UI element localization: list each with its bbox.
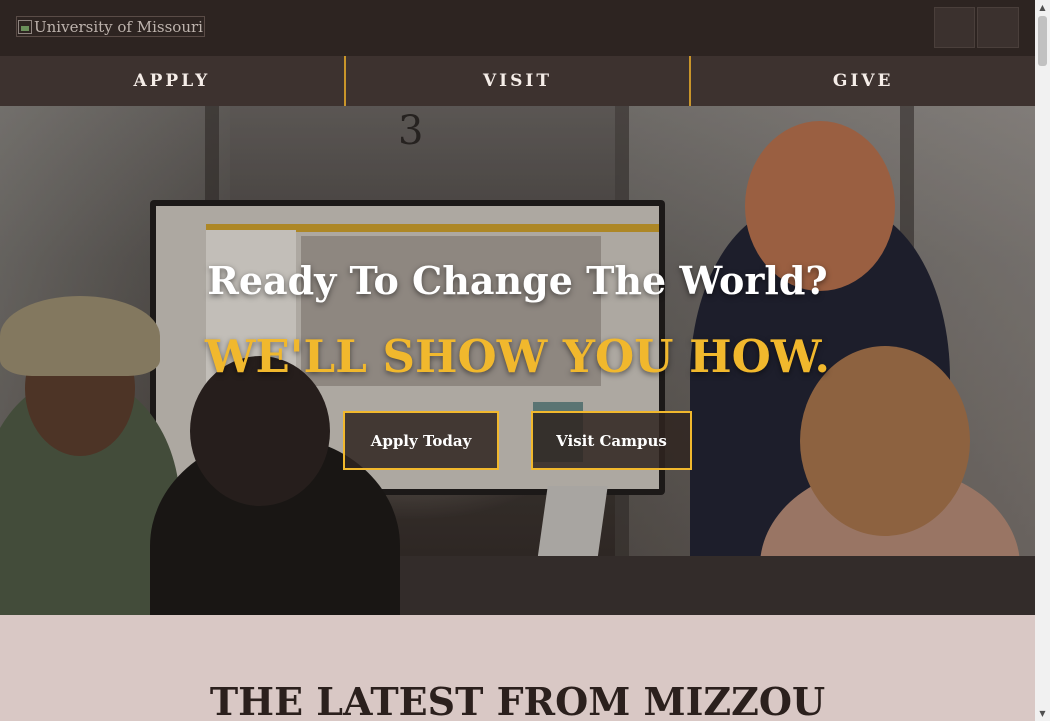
top-bar: University of Missouri	[0, 0, 1035, 56]
main-nav: APPLY VISIT GIVE	[0, 56, 1035, 106]
broken-image-icon	[18, 19, 32, 34]
scrollbar-thumb[interactable]	[1038, 16, 1047, 66]
visit-campus-button[interactable]: Visit Campus	[531, 411, 692, 470]
hero-banner: 3 Ready To Change The World? WE'LL SHOW …	[0, 106, 1035, 615]
page-scrollbar[interactable]: ▲ ▼	[1035, 0, 1050, 721]
page: University of Missouri APPLY VISIT GIVE …	[0, 0, 1035, 721]
apply-today-button[interactable]: Apply Today	[343, 411, 499, 470]
latest-section-title: THE LATEST FROM MIZZOU	[209, 679, 826, 721]
menu-button[interactable]	[977, 7, 1019, 48]
nav-apply[interactable]: APPLY	[0, 56, 344, 106]
latest-news-section: THE LATEST FROM MIZZOU	[0, 615, 1035, 721]
nav-give[interactable]: GIVE	[691, 56, 1035, 106]
logo-alt-text: University of Missouri	[34, 17, 203, 36]
search-button[interactable]	[934, 7, 975, 48]
nav-visit[interactable]: VISIT	[346, 56, 690, 106]
hero-title: Ready To Change The World?	[207, 258, 828, 303]
scroll-down-arrow-icon[interactable]: ▼	[1035, 706, 1050, 721]
scroll-up-arrow-icon[interactable]: ▲	[1035, 0, 1050, 15]
university-logo-link[interactable]: University of Missouri	[16, 16, 205, 37]
hero-subtitle: WE'LL SHOW YOU HOW.	[204, 330, 831, 383]
